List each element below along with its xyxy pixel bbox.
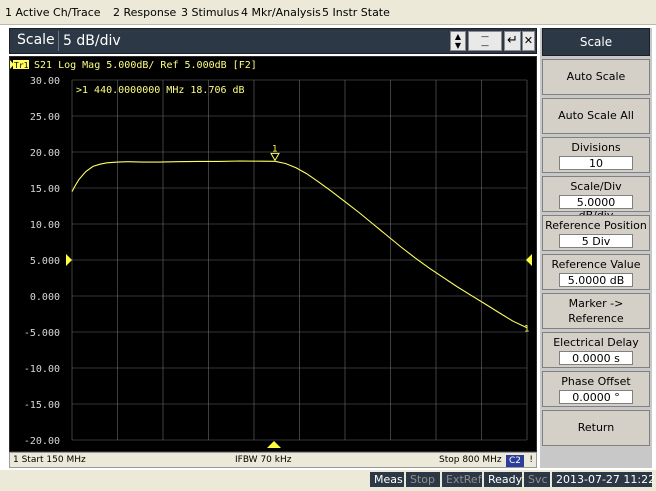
return-button[interactable]: Return (542, 410, 650, 446)
reference-position-label: Reference Position (545, 219, 647, 232)
menu-bar: 1 Active Ch/Trace 2 Response 3 Stimulus … (0, 0, 656, 25)
entry-spin-button[interactable]: — — (468, 31, 502, 51)
status-svc: Svc (524, 472, 550, 487)
status-warning-indicator: ! (529, 455, 533, 465)
entry-step-up-button[interactable]: ▲ ▼ (450, 31, 466, 51)
y-tick-label: 10.00 (30, 220, 60, 231)
electrical-delay-button[interactable]: Electrical Delay 0.0000 s (542, 332, 650, 368)
auto-scale-all-button[interactable]: Auto Scale All (542, 98, 650, 134)
status-datetime: 2013-07-27 11:22 (552, 472, 655, 487)
y-tick-labels: 30.00 25.00 20.00 15.00 10.00 5.000 0.000 -5.00… (24, 76, 60, 447)
enter-icon: ↵ (507, 33, 518, 48)
marker-1: 1 (270, 144, 280, 162)
reference-value-value: 5.0000 dB (559, 273, 633, 287)
divisions-button[interactable]: Divisions 10 (542, 137, 650, 173)
status-meas: Meas (370, 472, 404, 487)
graticule-grid (71, 79, 528, 441)
reference-value-label: Reference Value (551, 258, 641, 271)
reference-position-value: 5 Div (559, 234, 633, 248)
status-stop: Stop (406, 472, 440, 487)
menu-active-ch-trace[interactable]: 1 Active Ch/Trace (5, 6, 101, 19)
marker-to-reference-line2: Reference (568, 312, 624, 325)
trace-id: Tr1 (14, 61, 29, 70)
arrow-up-icon: ▲ (454, 32, 462, 41)
softkey-panel: Scale Auto Scale Auto Scale All Division… (540, 28, 652, 468)
stop-frequency: Stop 800 MHz (439, 455, 502, 465)
reference-position-button[interactable]: Reference Position 5 Div (542, 215, 650, 251)
menu-mkr-analysis[interactable]: 4 Mkr/Analysis (241, 6, 321, 19)
marker-readout: >1 440.0000000 MHz 18.706 dB (76, 85, 245, 96)
trace-end-marker-label: 1 (524, 325, 529, 335)
entry-value-field[interactable]: 5 dB/div (58, 31, 446, 51)
status-ready: Ready (484, 472, 522, 487)
trace-header-text: S21 Log Mag 5.000dB/ Ref 5.000dB [F2] (34, 60, 257, 71)
arrow-down-icon: ▼ (454, 41, 462, 50)
y-tick-label: 15.00 (30, 184, 60, 195)
auto-scale-button[interactable]: Auto Scale (542, 59, 650, 95)
menu-stimulus[interactable]: 3 Stimulus (181, 6, 239, 19)
y-tick-label: -5.000 (24, 328, 60, 339)
electrical-delay-label: Electrical Delay (553, 336, 639, 349)
y-tick-label: -10.00 (24, 364, 60, 375)
entry-bar: Scale 5 dB/div ▲ ▼ — — ↵ ✕ (9, 28, 537, 54)
channel-badge: C2 (506, 455, 524, 467)
marker-to-reference-button[interactable]: Marker -> Reference (542, 293, 650, 329)
phase-offset-value: 0.0000 ° (559, 390, 633, 404)
menu-instr-state[interactable]: 5 Instr State (322, 6, 390, 19)
electrical-delay-value: 0.0000 s (559, 351, 633, 365)
marker-label: 1 (272, 144, 277, 154)
y-tick-label: 25.00 (30, 112, 60, 123)
reference-value-button[interactable]: Reference Value 5.0000 dB (542, 254, 650, 290)
phase-offset-label: Phase Offset (561, 375, 631, 388)
ifbw-value: IFBW 70 kHz (235, 455, 292, 465)
phase-offset-button[interactable]: Phase Offset 0.0000 ° (542, 371, 650, 407)
y-tick-label: 20.00 (30, 148, 60, 159)
menu-response[interactable]: 2 Response (113, 6, 176, 19)
measurement-screen: 30.00 25.00 20.00 15.00 10.00 5.000 0.000 -5.00… (9, 56, 537, 452)
divisions-value: 10 (559, 156, 633, 170)
entry-enter-button[interactable]: ↵ (504, 31, 521, 51)
status-extref: ExtRef (442, 472, 482, 487)
softkey-menu-title: Scale (542, 28, 650, 56)
reference-left-arrow-icon (66, 254, 72, 266)
entry-close-button[interactable]: ✕ (522, 31, 535, 51)
marker-triangle-icon (270, 152, 280, 162)
scale-div-label: Scale/Div (570, 180, 622, 193)
y-tick-label: -20.00 (24, 436, 60, 447)
y-tick-label: -15.00 (24, 400, 60, 411)
scale-div-button[interactable]: Scale/Div 5.0000 dB/div (542, 176, 650, 222)
channel-status-bar: 1 Start 150 MHz IFBW 70 kHz Stop 800 MHz… (9, 452, 537, 468)
scale-div-value: 5.0000 dB/div (559, 195, 633, 222)
y-tick-label: 30.00 (30, 76, 60, 87)
trace-plot: 30.00 25.00 20.00 15.00 10.00 5.000 0.000 -5.00… (10, 60, 532, 448)
start-frequency: 1 Start 150 MHz (13, 455, 86, 465)
marker-to-reference-line1: Marker -> (568, 297, 624, 310)
y-tick-label: 0.000 (30, 292, 60, 303)
y-tick-label: 5.000 (30, 256, 60, 267)
entry-label: Scale (17, 32, 55, 48)
close-icon: ✕ (523, 34, 534, 47)
divisions-label: Divisions (571, 141, 621, 154)
stimulus-marker-arrow-icon (267, 441, 281, 448)
